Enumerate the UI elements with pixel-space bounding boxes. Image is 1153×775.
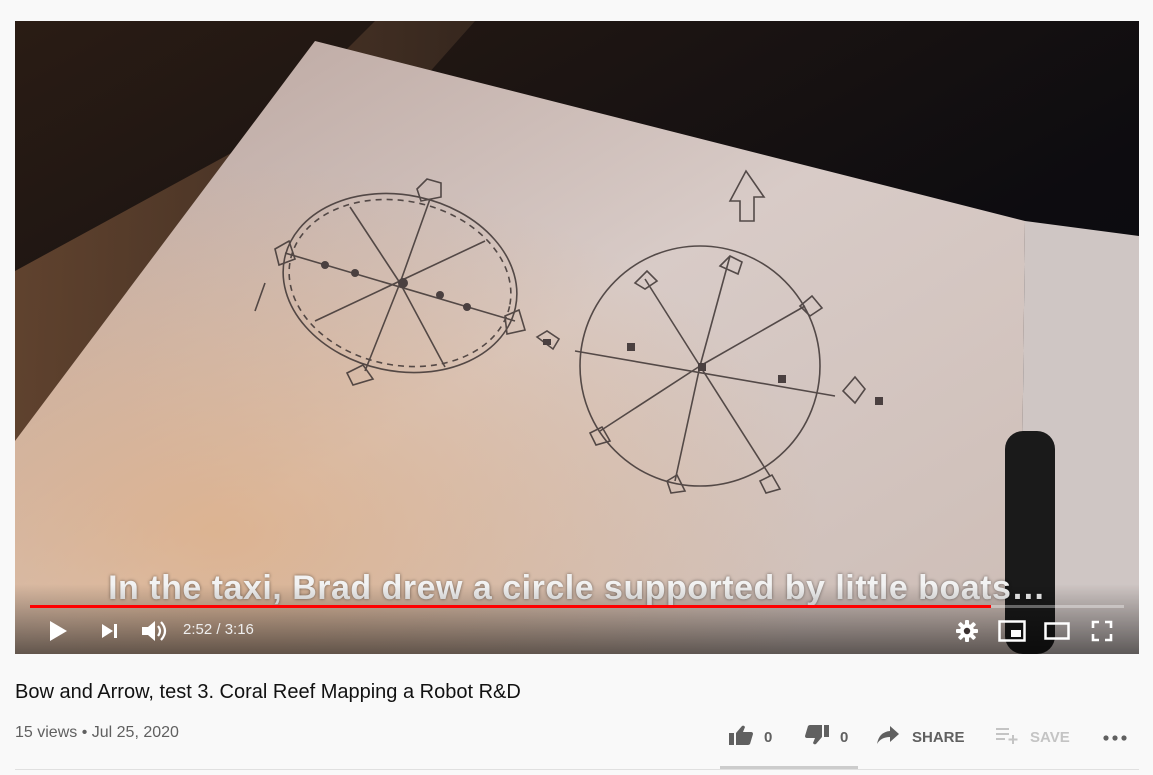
more-button[interactable] bbox=[1102, 724, 1128, 750]
video-meta: 15 views • Jul 25, 2020 bbox=[15, 724, 179, 741]
save-label: SAVE bbox=[1030, 728, 1070, 746]
share-button[interactable]: SHARE bbox=[876, 724, 965, 750]
like-button[interactable]: 0 bbox=[728, 724, 772, 750]
like-count: 0 bbox=[764, 728, 773, 746]
play-button[interactable] bbox=[48, 619, 68, 643]
volume-button[interactable] bbox=[141, 619, 167, 643]
miniplayer-icon bbox=[998, 620, 1026, 642]
share-icon bbox=[876, 725, 900, 749]
theater-icon bbox=[1044, 622, 1070, 640]
next-icon bbox=[100, 621, 120, 641]
miniplayer-button[interactable] bbox=[998, 619, 1026, 643]
volume-icon bbox=[141, 619, 167, 643]
time-display: 2:52 / 3:16 bbox=[183, 621, 254, 638]
share-label: SHARE bbox=[912, 728, 965, 746]
next-button[interactable] bbox=[100, 619, 120, 643]
dislike-button[interactable]: 0 bbox=[804, 724, 848, 750]
video-frame bbox=[15, 21, 1139, 654]
thumbs-down-icon bbox=[804, 724, 830, 750]
divider bbox=[15, 769, 1139, 770]
playlist-add-icon bbox=[996, 726, 1020, 748]
fullscreen-button[interactable] bbox=[1091, 619, 1113, 643]
video-player[interactable]: In the taxi, Brad drew a circle supporte… bbox=[15, 21, 1139, 654]
thumbs-up-icon bbox=[728, 724, 754, 750]
save-button[interactable]: SAVE bbox=[996, 724, 1070, 750]
dislike-count: 0 bbox=[840, 728, 849, 746]
settings-button[interactable] bbox=[955, 619, 979, 643]
theater-button[interactable] bbox=[1044, 619, 1070, 643]
progress-fill bbox=[30, 605, 991, 608]
fullscreen-icon bbox=[1091, 620, 1113, 642]
more-icon bbox=[1102, 729, 1128, 746]
video-title: Bow and Arrow, test 3. Coral Reef Mappin… bbox=[15, 681, 521, 703]
progress-bar[interactable] bbox=[30, 605, 1124, 608]
gear-icon bbox=[955, 619, 979, 643]
play-icon bbox=[48, 620, 68, 642]
